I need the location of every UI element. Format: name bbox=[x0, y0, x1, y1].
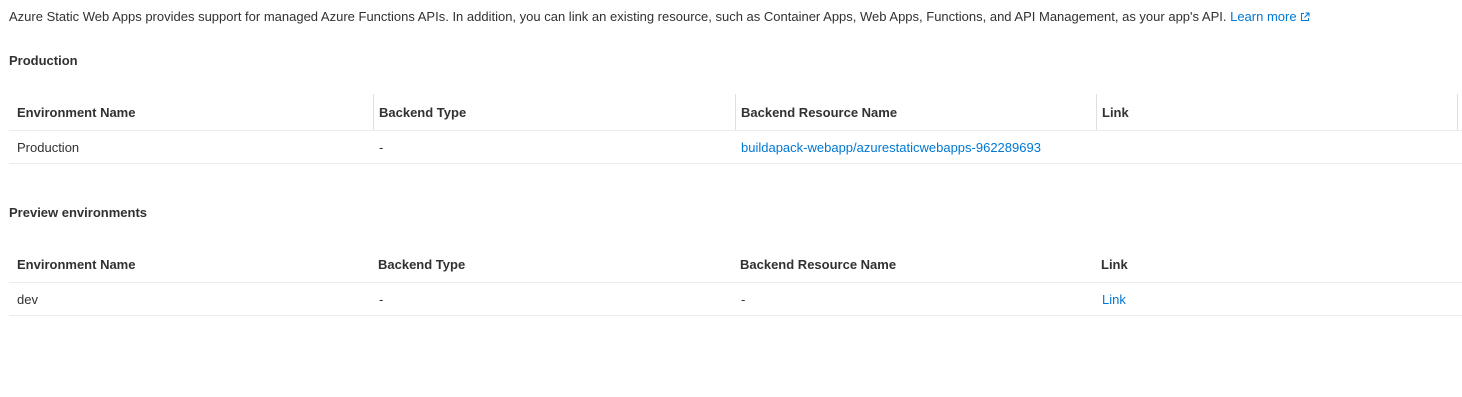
environment-name-cell: Production bbox=[17, 139, 80, 155]
column-header-link[interactable]: Link bbox=[1096, 94, 1457, 130]
column-header-backend-resource-name[interactable]: Backend Resource Name bbox=[735, 94, 1096, 130]
production-grid-header: Environment Name Backend Type Backend Re… bbox=[9, 94, 1462, 131]
backend-resource-name-cell: buildapack-webapp/azurestaticwebapps-962… bbox=[735, 131, 1096, 163]
link-cell bbox=[1096, 131, 1457, 163]
backend-resource-name-cell: - bbox=[741, 291, 746, 307]
learn-more-link[interactable]: Learn more bbox=[1230, 9, 1310, 26]
backend-type-cell: - bbox=[379, 139, 384, 155]
link-cell: Link bbox=[1096, 283, 1457, 315]
environment-link[interactable]: Link bbox=[1102, 292, 1126, 307]
preview-section-title: Preview environments bbox=[9, 205, 147, 220]
column-end-divider bbox=[1457, 94, 1458, 130]
learn-more-label: Learn more bbox=[1230, 9, 1297, 24]
column-header-backend-resource-name[interactable]: Backend Resource Name bbox=[735, 246, 1096, 282]
intro-text: Azure Static Web Apps provides support f… bbox=[9, 9, 1227, 24]
intro-description: Azure Static Web Apps provides support f… bbox=[9, 9, 1310, 26]
backend-resource-link[interactable]: buildapack-webapp/azurestaticwebapps-962… bbox=[741, 140, 1041, 155]
preview-grid: Environment Name Backend Type Backend Re… bbox=[9, 246, 1462, 316]
external-link-icon bbox=[1300, 10, 1310, 26]
table-row: dev - - Link bbox=[9, 283, 1462, 316]
column-header-environment-name[interactable]: Environment Name bbox=[17, 246, 373, 282]
column-header-backend-type[interactable]: Backend Type bbox=[373, 246, 735, 282]
preview-grid-header: Environment Name Backend Type Backend Re… bbox=[9, 246, 1462, 283]
column-header-environment-name[interactable]: Environment Name bbox=[17, 94, 373, 130]
production-grid: Environment Name Backend Type Backend Re… bbox=[9, 94, 1462, 164]
production-section-title: Production bbox=[9, 53, 78, 68]
backend-type-cell: - bbox=[379, 291, 384, 307]
table-row: Production - buildapack-webapp/azurestat… bbox=[9, 131, 1462, 164]
linked-backends-page: Azure Static Web Apps provides support f… bbox=[0, 0, 1462, 397]
column-header-backend-type[interactable]: Backend Type bbox=[373, 94, 735, 130]
column-header-link[interactable]: Link bbox=[1096, 246, 1457, 282]
environment-name-cell: dev bbox=[17, 291, 38, 307]
